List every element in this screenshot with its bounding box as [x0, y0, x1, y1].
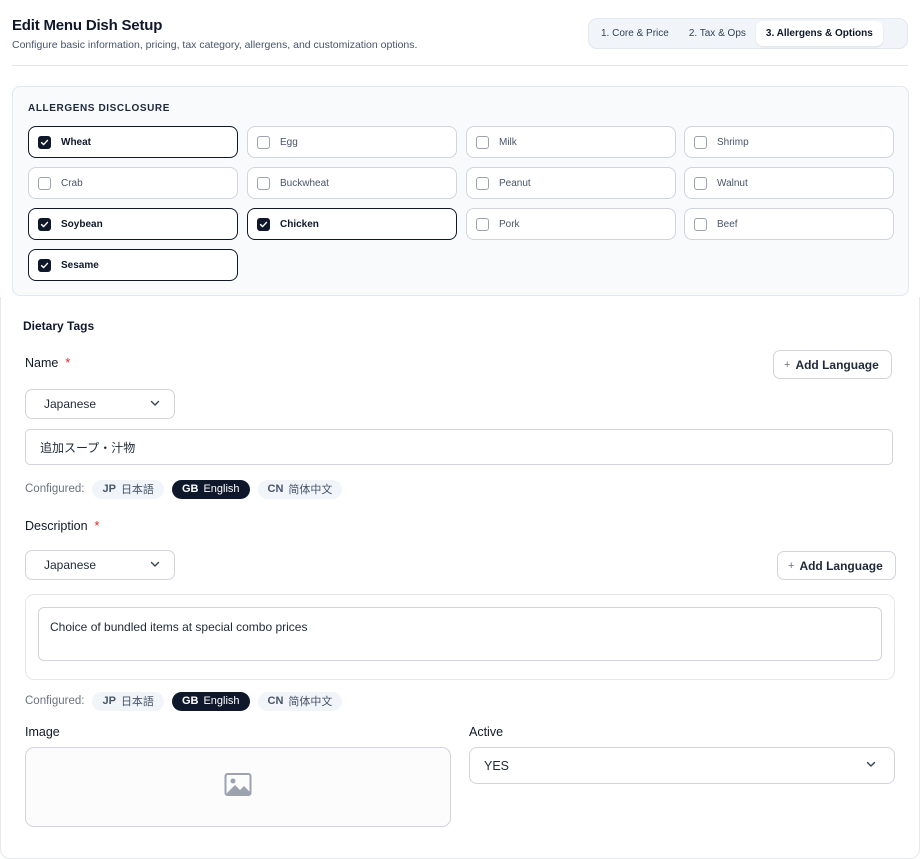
tab-allergens-options[interactable]: 3. Allergens & Options	[755, 21, 883, 46]
page-title: Edit Menu Dish Setup	[12, 17, 163, 34]
header-divider	[12, 65, 908, 66]
step-tabs: 1. Core & Price 2. Tax & Ops 3. Allergen…	[588, 18, 908, 49]
description-label-text: Description	[25, 519, 88, 533]
name-add-language-button[interactable]: + Add Language	[773, 350, 892, 379]
image-upload-area[interactable]	[25, 747, 451, 827]
check-icon	[40, 139, 49, 145]
image-label: Image	[25, 725, 60, 739]
active-value: YES	[484, 758, 510, 773]
checkbox[interactable]	[476, 135, 489, 149]
name-language-value: Japanese	[44, 397, 97, 411]
checkbox[interactable]	[257, 135, 270, 149]
chip-gb[interactable]: GB English	[171, 691, 250, 711]
chevron-down-icon	[865, 758, 877, 773]
allergens-panel: ALLERGENS DISCLOSURE Wheat Egg Milk Shrimp C…	[12, 86, 909, 296]
checkbox[interactable]	[38, 217, 51, 231]
allergen-label: Shrimp	[717, 136, 749, 148]
plus-icon: +	[788, 559, 795, 572]
allergen-label: Beef	[717, 218, 738, 230]
chip-gb[interactable]: GB English	[171, 479, 250, 499]
tab-core-price[interactable]: 1. Core & Price	[591, 21, 679, 46]
allergen-buckwheat[interactable]: Buckwheat	[247, 167, 457, 199]
chevron-down-icon	[149, 397, 161, 412]
check-icon	[40, 262, 49, 268]
chip-jp[interactable]: JP 日本語	[92, 691, 164, 711]
checkbox[interactable]	[38, 176, 51, 190]
description-container: Choice of bundled items at special combo…	[25, 594, 895, 680]
check-icon	[259, 221, 268, 227]
allergen-beef[interactable]: Beef	[684, 208, 894, 240]
allergen-label: Wheat	[61, 136, 91, 148]
active-select[interactable]: YES	[469, 747, 895, 784]
tab-tax-ops[interactable]: 2. Tax & Ops	[679, 21, 756, 46]
checkbox[interactable]	[694, 217, 707, 231]
allergen-walnut[interactable]: Walnut	[684, 167, 894, 199]
active-label: Active	[469, 725, 504, 739]
description-label: Description *	[25, 519, 99, 533]
description-textarea[interactable]: Choice of bundled items at special combo…	[38, 607, 882, 661]
configured-label: Configured:	[25, 483, 85, 495]
checkbox[interactable]	[38, 258, 51, 272]
allergen-egg[interactable]: Egg	[247, 126, 457, 158]
allergen-wheat[interactable]: Wheat	[28, 126, 238, 158]
check-icon	[40, 221, 49, 227]
allergen-sesame[interactable]: Sesame	[28, 249, 238, 281]
name-configured-languages: Configured: JP 日本語 GB English CN 简体中文	[25, 479, 350, 499]
allergen-pork[interactable]: Pork	[466, 208, 676, 240]
required-mark: *	[94, 519, 100, 533]
description-add-language-button[interactable]: + Add Language	[777, 551, 896, 580]
checkbox[interactable]	[38, 135, 51, 149]
allergen-label: Crab	[61, 177, 83, 189]
allergen-label: Buckwheat	[280, 177, 329, 189]
configured-label: Configured:	[25, 695, 85, 707]
chip-cn[interactable]: CN 简体中文	[257, 479, 343, 499]
checkbox[interactable]	[257, 217, 270, 231]
checkbox[interactable]	[694, 176, 707, 190]
chevron-down-icon	[149, 558, 161, 573]
allergen-label: Pork	[499, 218, 520, 230]
allergen-soybean[interactable]: Soybean	[28, 208, 238, 240]
chip-cn[interactable]: CN 简体中文	[257, 691, 343, 711]
allergen-chicken[interactable]: Chicken	[247, 208, 457, 240]
allergen-label: Soybean	[61, 218, 103, 230]
allergen-label: Sesame	[61, 259, 99, 271]
allergen-label: Peanut	[499, 177, 531, 189]
allergen-crab[interactable]: Crab	[28, 167, 238, 199]
image-icon	[224, 772, 252, 803]
description-configured-languages: Configured: JP 日本語 GB English CN 简体中文	[25, 691, 350, 711]
add-language-label: Add Language	[799, 558, 883, 573]
plus-icon: +	[784, 358, 791, 371]
name-language-select[interactable]: Japanese	[25, 389, 175, 419]
allergen-label: Egg	[280, 136, 298, 148]
allergen-label: Milk	[499, 136, 517, 148]
page-subtitle: Configure basic information, pricing, ta…	[12, 39, 418, 51]
allergen-shrimp[interactable]: Shrimp	[684, 126, 894, 158]
allergen-peanut[interactable]: Peanut	[466, 167, 676, 199]
checkbox[interactable]	[476, 217, 489, 231]
description-language-select[interactable]: Japanese	[25, 550, 175, 580]
page-header: Edit Menu Dish Setup Configure basic inf…	[0, 0, 920, 66]
allergens-section-label: ALLERGENS DISCLOSURE	[28, 103, 171, 114]
name-label: Name *	[25, 356, 70, 370]
chip-jp[interactable]: JP 日本語	[92, 479, 164, 499]
name-label-text: Name	[25, 356, 59, 370]
add-language-label: Add Language	[795, 357, 879, 372]
checkbox[interactable]	[694, 135, 707, 149]
allergen-milk[interactable]: Milk	[466, 126, 676, 158]
checkbox[interactable]	[257, 176, 270, 190]
checkbox[interactable]	[476, 176, 489, 190]
required-mark: *	[65, 356, 71, 370]
allergen-label: Chicken	[280, 218, 319, 230]
dietary-tags-title: Dietary Tags	[23, 319, 95, 333]
allergen-label: Walnut	[717, 177, 748, 189]
description-language-value: Japanese	[44, 558, 97, 572]
name-input[interactable]: 追加スープ・汁物	[25, 429, 893, 465]
